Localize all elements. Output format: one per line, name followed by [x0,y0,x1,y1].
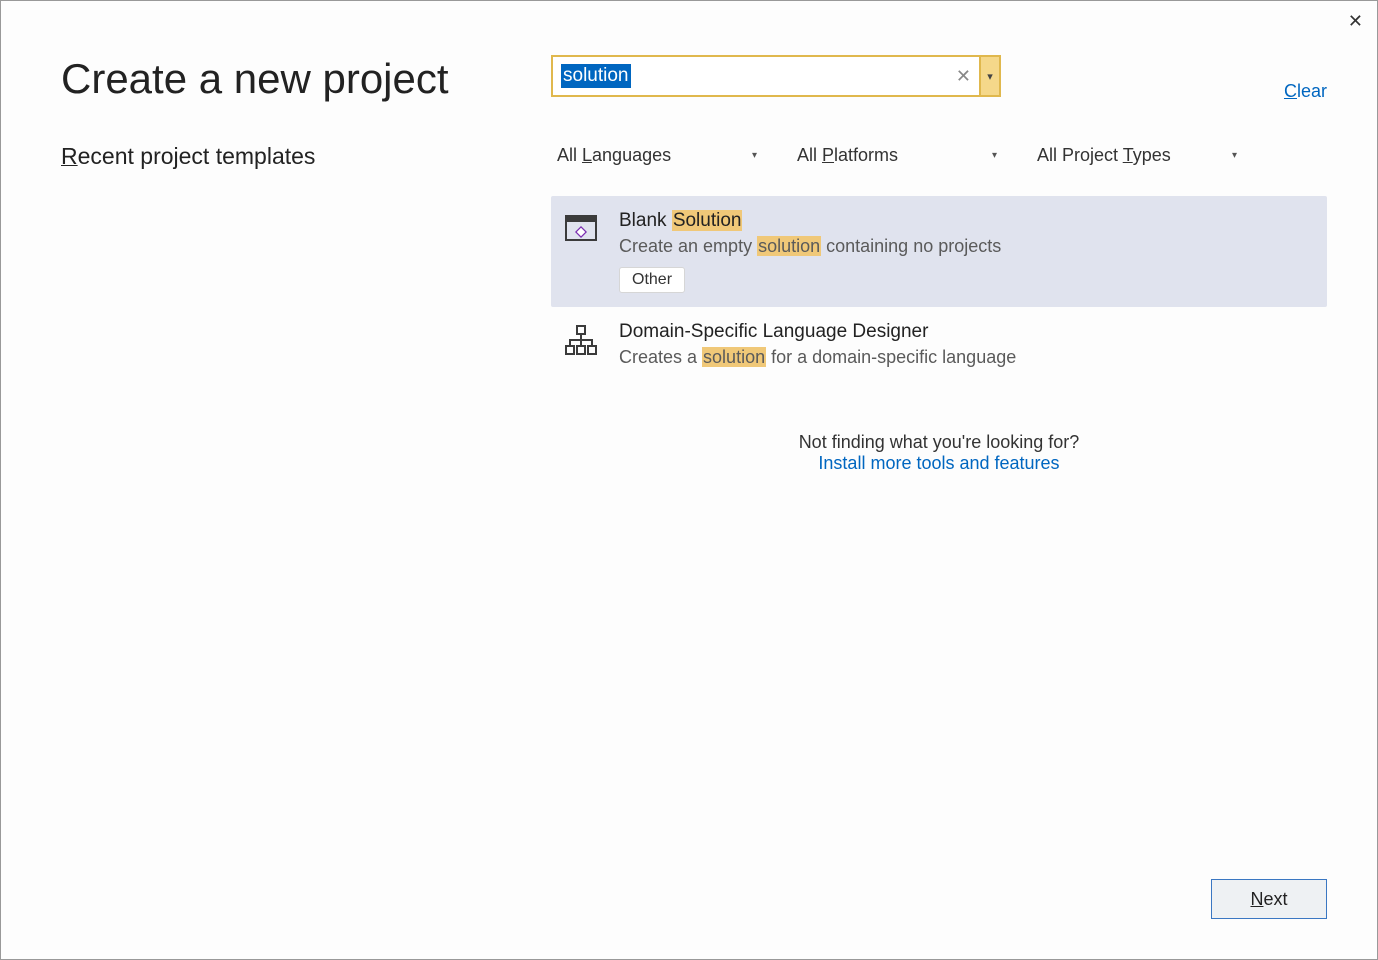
search-input[interactable]: solution ✕ [551,55,981,97]
solution-icon [563,212,599,248]
template-description: Creates a solution for a domain-specific… [619,347,1317,368]
clear-search-icon[interactable]: ✕ [956,66,971,87]
template-title: Domain-Specific Language Designer [619,321,1317,343]
template-title: Blank Solution [619,210,1317,232]
diagram-icon [563,323,599,359]
template-description: Create an empty solution containing no p… [619,236,1317,257]
template-item-blank-solution[interactable]: Blank Solution Create an empty solution … [551,196,1327,307]
template-tag: Other [619,267,685,293]
search-history-dropdown[interactable] [981,55,1001,97]
recent-templates-heading: Recent project templates [61,143,541,170]
template-results: Blank Solution Create an empty solution … [551,196,1327,382]
close-icon[interactable]: ✕ [1348,11,1363,32]
install-tools-link[interactable]: Install more tools and features [789,453,1089,474]
not-finding-panel: Not finding what you're looking for? Ins… [789,432,1089,474]
template-item-dsl-designer[interactable]: Domain-Specific Language Designer Create… [551,307,1327,382]
filter-project-types[interactable]: All Project Types [1031,143,1241,168]
next-button[interactable]: Next [1211,879,1327,919]
dialog-create-new-project: ✕ Create a new project solution ✕ Clear … [0,0,1378,960]
filter-languages[interactable]: All Languages [551,143,761,168]
not-finding-text: Not finding what you're looking for? [789,432,1089,453]
clear-link[interactable]: Clear [1284,81,1327,102]
filter-platforms[interactable]: All Platforms [791,143,1001,168]
page-title: Create a new project [61,55,541,103]
search-value: solution [561,64,631,88]
